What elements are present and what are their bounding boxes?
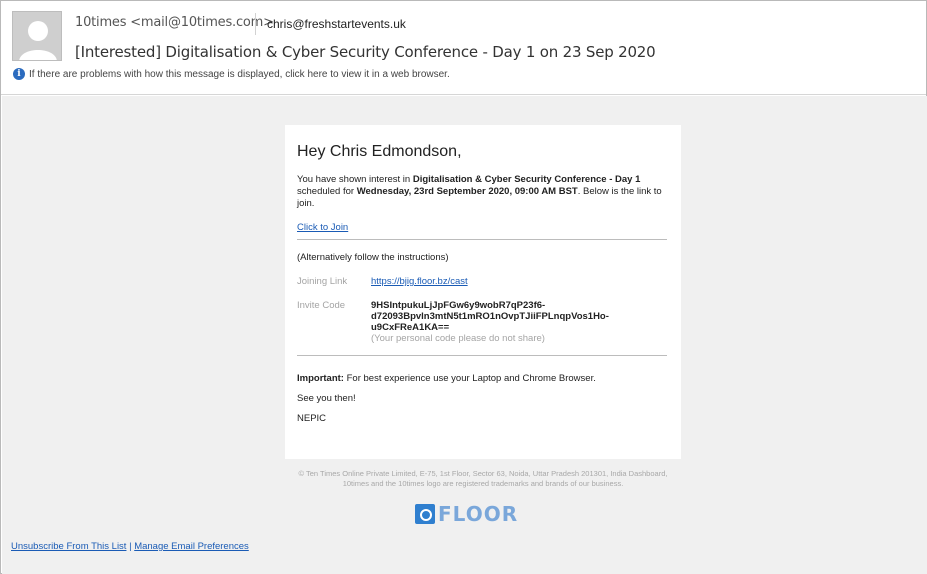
divider — [297, 355, 667, 356]
email-card: Hey Chris Edmondson, You have shown inte… — [285, 125, 681, 459]
floor-logo-text: FLOOR — [438, 502, 519, 526]
important-label: Important: — [297, 373, 344, 384]
click-to-join-link[interactable]: Click to Join — [297, 222, 348, 233]
signature: NEPIC — [297, 413, 327, 424]
event-schedule: Wednesday, 23rd September 2020, 09:00 AM… — [356, 186, 578, 197]
important-note: Important: For best experience use your … — [297, 373, 667, 384]
subscription-links: Unsubscribe From This List | Manage Emai… — [11, 541, 249, 552]
person-icon — [13, 12, 61, 60]
info-icon: i — [13, 68, 25, 80]
intro-paragraph: You have shown interest in Digitalisatio… — [297, 174, 667, 210]
unsubscribe-link[interactable]: Unsubscribe From This List — [11, 541, 126, 552]
invite-code[interactable]: 9HSIntpukuLjJpFGw6y9wobR7qP23f6-d72093Bp… — [371, 300, 631, 333]
joining-link[interactable]: https://bjig.floor.bz/cast — [371, 276, 468, 287]
invite-code-note: (Your personal code please do not share) — [371, 333, 545, 344]
intro-text-1: You have shown interest in — [297, 174, 413, 185]
alternative-instructions: (Alternatively follow the instructions) — [297, 252, 449, 263]
divider — [297, 239, 667, 240]
display-warning-bar[interactable]: i If there are problems with how this me… — [13, 68, 450, 80]
email-viewer: 10times <mail@10times.com> chris@freshst… — [0, 0, 927, 574]
display-warning-text[interactable]: If there are problems with how this mess… — [29, 69, 450, 80]
sender-address[interactable]: 10times <mail@10times.com> — [75, 15, 274, 30]
greeting: Hey Chris Edmondson, — [297, 143, 462, 160]
invite-code-label: Invite Code — [297, 300, 346, 311]
invite-code-block: 9HSIntpukuLjJpFGw6y9wobR7qP23f6-d72093Bp… — [371, 300, 631, 344]
invite-code-row: Invite Code 9HSIntpukuLjJpFGw6y9wobR7qP2… — [297, 300, 667, 344]
link-separator: | — [129, 541, 132, 552]
floor-logo-icon — [415, 504, 435, 524]
header-divider — [255, 13, 256, 35]
message-subject: [Interested] Digitalisation & Cyber Secu… — [75, 43, 656, 61]
message-header: 10times <mail@10times.com> chris@freshst… — [1, 1, 926, 95]
legal-footer: © Ten Times Online Private Limited, E-75… — [298, 469, 668, 488]
closing-line: See you then! — [297, 393, 356, 404]
message-body: Hey Chris Edmondson, You have shown inte… — [2, 96, 927, 574]
recipient-address[interactable]: chris@freshstartevents.uk — [267, 17, 406, 31]
joining-link-row: Joining Link https://bjig.floor.bz/cast — [297, 276, 667, 287]
joining-link-label: Joining Link — [297, 276, 348, 287]
intro-text-2: scheduled for — [297, 186, 357, 197]
sender-avatar — [12, 11, 62, 61]
important-text: For best experience use your Laptop and … — [343, 373, 596, 384]
floor-logo: FLOOR — [415, 500, 535, 528]
manage-preferences-link[interactable]: Manage Email Preferences — [134, 541, 249, 552]
event-name: Digitalisation & Cyber Security Conferen… — [412, 174, 641, 185]
